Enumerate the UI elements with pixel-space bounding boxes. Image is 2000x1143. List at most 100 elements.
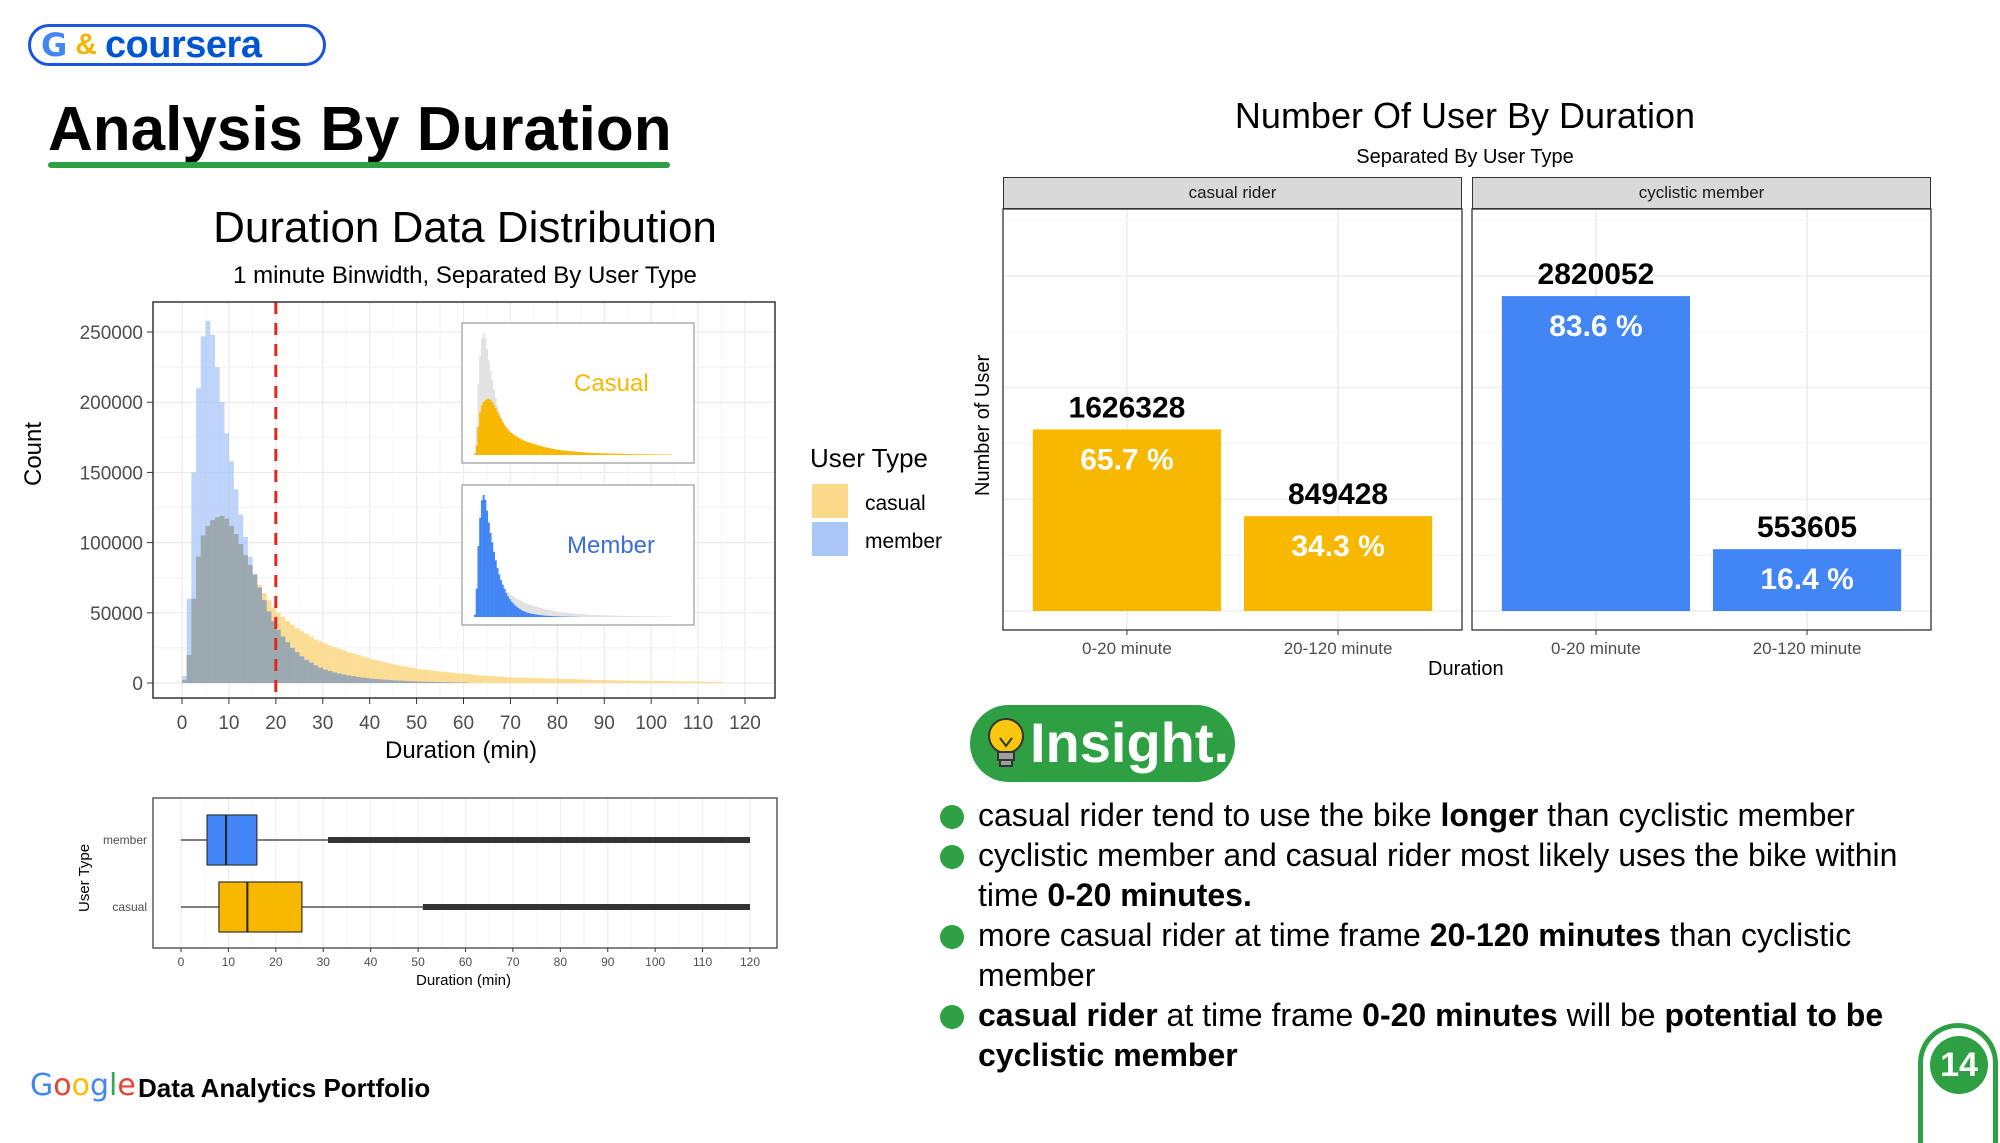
histogram-bar-overlap: [407, 681, 412, 683]
inset-bar: [562, 450, 564, 455]
inset-bar: [554, 449, 556, 455]
histogram-bar-casual: [581, 679, 586, 683]
histogram-y-axis-title: Count: [20, 406, 48, 486]
inset-bar-background: [571, 613, 573, 617]
inset-bar-background: [614, 616, 616, 617]
histogram-bar-overlap: [337, 674, 342, 683]
histogram-bar-overlap: [459, 682, 464, 683]
inset-bar: [493, 405, 495, 455]
histogram-x-tick-label: 70: [500, 713, 521, 734]
histogram-bar-casual: [496, 677, 501, 683]
histogram-x-tick-label: 100: [635, 713, 667, 734]
inset-bar: [623, 454, 625, 455]
inset-bar: [609, 453, 611, 455]
inset-bar-background: [637, 616, 639, 617]
inset-bar-background: [573, 614, 575, 617]
histogram-bar-overlap: [229, 526, 234, 683]
histogram-bar-overlap: [374, 679, 379, 683]
inset-bar-background: [594, 615, 596, 617]
bar-x-tick-label: 20-120 minute: [1753, 639, 1862, 658]
histogram-bar-casual: [520, 678, 525, 683]
inset-bar: [528, 613, 530, 617]
histogram-bar-overlap: [323, 670, 328, 683]
inset-bar-background: [580, 614, 582, 617]
inset-bar: [569, 451, 571, 455]
histogram-bar-casual: [557, 679, 562, 683]
inset-bar: [484, 500, 486, 617]
google-logo-letter: o: [72, 1068, 90, 1103]
histogram-bar-casual: [623, 680, 628, 683]
inset-bar-background: [661, 616, 663, 617]
inset-bar: [616, 454, 618, 455]
inset-bar-background: [659, 616, 661, 617]
boxplot-x-tick-label: 0: [178, 955, 185, 969]
inset-bar: [476, 589, 478, 617]
inset-bar: [493, 552, 495, 617]
histogram-bar-overlap: [379, 679, 384, 683]
boxplot-x-tick-label: 70: [506, 955, 520, 969]
boxplot-x-tick-label: 30: [317, 955, 331, 969]
inset-bar: [580, 452, 582, 455]
inset-bar-background: [559, 612, 561, 617]
insight-text: 0-20 minutes.: [1047, 877, 1252, 913]
inset-bar: [483, 495, 485, 617]
histogram-bar-overlap: [187, 655, 192, 683]
inset-bar: [514, 605, 516, 617]
inset-bar: [484, 400, 486, 455]
inset-bar: [614, 454, 616, 455]
histogram-bar-overlap: [445, 682, 450, 683]
inset-bar: [491, 402, 493, 455]
inset-bar: [547, 448, 549, 455]
inset-bar: [512, 603, 514, 617]
inset-bar: [498, 415, 500, 455]
inset-bar: [507, 596, 509, 617]
inset-bar-background: [625, 616, 627, 617]
inset-bar-background: [585, 614, 587, 617]
inset-bar-background: [575, 614, 577, 617]
insight-text: casual rider tend to use the bike: [978, 797, 1441, 833]
histogram-bar-overlap: [220, 516, 225, 683]
facet-strip-member: cyclistic member: [1472, 177, 1931, 209]
histogram-bar-casual: [675, 681, 680, 683]
histogram-bar-casual: [464, 674, 469, 683]
histogram-x-tick-label: 80: [547, 713, 568, 734]
histogram-bar-overlap: [356, 677, 361, 683]
inset-bar: [557, 616, 559, 617]
inset-bar: [486, 399, 488, 455]
inset-bar-background: [557, 612, 559, 617]
inset-bar-background: [604, 615, 606, 617]
inset-bar: [483, 402, 485, 455]
insight-text: longer: [1441, 797, 1539, 833]
inset-bar: [540, 446, 542, 455]
inset-bar: [658, 454, 660, 455]
histogram-bar-casual: [562, 679, 567, 683]
inset-bar-background: [613, 616, 615, 617]
boxplot-x-tick-label: 120: [740, 955, 760, 969]
inset-bar: [542, 615, 544, 617]
inset-bar-background: [609, 615, 611, 617]
inset-bar-background: [578, 614, 580, 617]
histogram-bar-overlap: [210, 520, 215, 683]
boxplot-x-tick-label: 80: [554, 955, 568, 969]
histogram-x-tick-label: 90: [594, 713, 615, 734]
bar-percent-label: 83.6 %: [1549, 310, 1642, 343]
histogram-x-tick-label: 120: [729, 713, 761, 734]
boxplot-x-axis-title: Duration (min): [416, 972, 511, 989]
histogram-bar-casual: [459, 673, 464, 683]
histogram-bar-overlap: [313, 665, 318, 683]
inset-bar: [536, 445, 538, 455]
inset-bar: [529, 613, 531, 617]
inset-bar: [543, 616, 545, 617]
histogram-bar-overlap: [281, 637, 286, 683]
inset-bar: [550, 616, 552, 617]
histogram-bar-overlap: [449, 682, 454, 683]
inset-bar: [509, 431, 511, 455]
histogram-bar-casual: [656, 681, 661, 683]
inset-bar: [554, 616, 556, 617]
histogram-bar-casual: [501, 677, 506, 683]
inset-bar-background: [583, 614, 585, 617]
inset-bar-background: [635, 616, 637, 617]
inset-bar: [635, 454, 637, 455]
inset-bar: [571, 451, 573, 455]
inset-bar-background: [642, 616, 644, 617]
